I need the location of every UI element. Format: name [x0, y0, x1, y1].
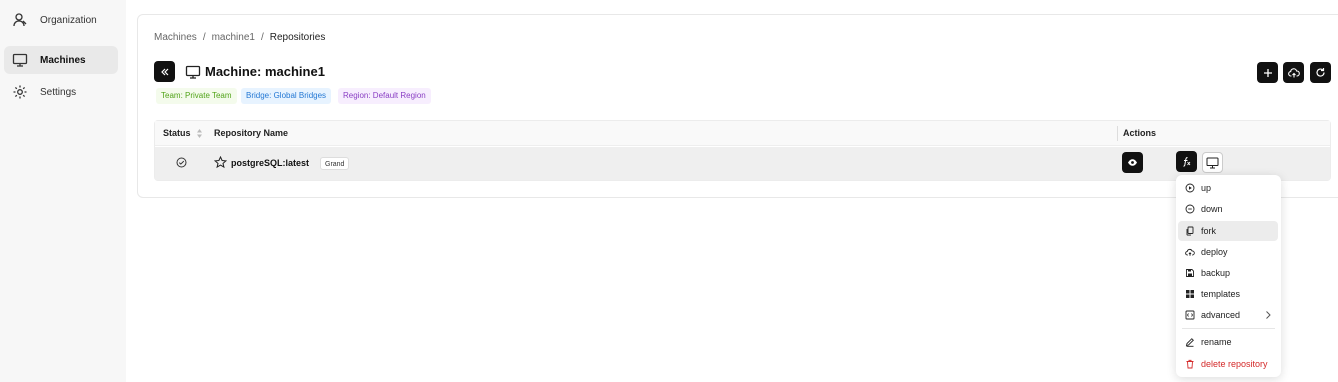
menu-item-down[interactable]: down: [1178, 199, 1278, 219]
column-actions: Actions: [1123, 128, 1157, 138]
double-chevron-left-icon: [160, 68, 168, 75]
sidebar-item-machines[interactable]: Machines: [4, 46, 118, 74]
menu-item-label: deploy: [1201, 247, 1228, 257]
menu-item-label: down: [1201, 204, 1223, 214]
chevron-right-icon: [1266, 311, 1271, 319]
sidebar-item-label: Machines: [40, 54, 86, 66]
refresh-icon: [1316, 68, 1325, 77]
menu-item-delete-repository[interactable]: delete repository: [1178, 354, 1278, 374]
eye-icon: [1128, 159, 1137, 166]
pause-circle-icon: [1185, 204, 1195, 214]
gear-icon: [13, 85, 27, 99]
monitor-icon: [185, 65, 201, 79]
grid-icon: [1186, 290, 1194, 298]
menu-item-advanced[interactable]: advanced: [1178, 305, 1278, 325]
table-row[interactable]: postgreSQL:latest Grand: [155, 147, 1330, 180]
page-title: Machine: machine1: [205, 64, 325, 79]
menu-divider: [1182, 328, 1275, 329]
bridge-tag: Bridge: Global Bridges: [241, 88, 332, 104]
menu-item-label: templates: [1201, 289, 1241, 299]
repository-name: postgreSQL:latest: [231, 158, 310, 168]
menu-item-up[interactable]: up: [1178, 178, 1278, 198]
breadcrumb: Machines / machine1 / Repositories: [154, 32, 325, 43]
function-menu-button[interactable]: [1176, 151, 1197, 172]
back-button[interactable]: [154, 61, 175, 82]
refresh-button[interactable]: [1310, 62, 1331, 83]
sidebar-item-settings[interactable]: Settings: [4, 78, 118, 106]
menu-item-label: backup: [1201, 268, 1231, 278]
sidebar: Organization Machines Settings: [0, 0, 126, 382]
play-circle-icon: [1185, 183, 1195, 193]
menu-item-label: up: [1201, 183, 1212, 193]
sidebar-item-organization[interactable]: Organization: [4, 6, 118, 34]
column-divider: [1117, 126, 1118, 141]
breadcrumb-link-machines[interactable]: Machines: [154, 32, 197, 43]
region-tag: Region: Default Region: [338, 88, 431, 104]
grand-badge: Grand: [320, 157, 350, 170]
add-icon: [1263, 68, 1272, 77]
sidebar-item-label: Settings: [40, 86, 77, 98]
code-icon: [1185, 310, 1195, 320]
remote-desktop-button[interactable]: [1202, 152, 1223, 173]
breadcrumb-separator: /: [260, 32, 264, 43]
organization-icon: [13, 13, 27, 27]
cloud-upload-icon: [1287, 67, 1300, 77]
menu-item-label: delete repository: [1201, 359, 1268, 369]
copy-icon: [1186, 226, 1194, 236]
trash-icon: [1186, 359, 1194, 369]
menu-item-deploy[interactable]: deploy: [1178, 242, 1278, 262]
sidebar-item-label: Organization: [40, 14, 97, 26]
view-button[interactable]: [1122, 152, 1143, 173]
cloud-icon: [1185, 248, 1195, 256]
team-tag: Team: Private Team: [156, 88, 237, 104]
monitor-icon: [12, 53, 28, 67]
monitor-icon: [1206, 157, 1219, 168]
menu-item-label: fork: [1201, 226, 1217, 236]
check-circle-icon: [176, 157, 187, 168]
table-header: Status Repository Name Actions: [155, 121, 1330, 146]
sort-icon[interactable]: [196, 128, 203, 139]
breadcrumb-separator: /: [202, 32, 206, 43]
menu-item-backup[interactable]: backup: [1178, 263, 1278, 283]
function-dropdown-menu: up down fork deploy backup templates adv…: [1176, 175, 1281, 377]
add-button[interactable]: [1257, 62, 1278, 83]
column-repository-name: Repository Name: [214, 128, 289, 138]
menu-item-label: rename: [1201, 337, 1232, 347]
star-icon[interactable]: [214, 156, 227, 169]
menu-item-rename[interactable]: rename: [1178, 332, 1278, 352]
breadcrumb-current: Repositories: [269, 32, 326, 43]
edit-icon: [1185, 338, 1194, 347]
upload-button[interactable]: [1283, 62, 1304, 83]
breadcrumb-link-machine[interactable]: machine1: [212, 32, 255, 43]
function-icon: [1183, 157, 1191, 167]
repositories-table: Status Repository Name Actions postgreSQ…: [154, 120, 1331, 181]
menu-item-label: advanced: [1201, 310, 1241, 320]
column-status[interactable]: Status: [163, 128, 191, 138]
menu-item-templates[interactable]: templates: [1178, 284, 1278, 304]
save-icon: [1186, 269, 1194, 277]
menu-item-fork[interactable]: fork: [1178, 221, 1278, 241]
